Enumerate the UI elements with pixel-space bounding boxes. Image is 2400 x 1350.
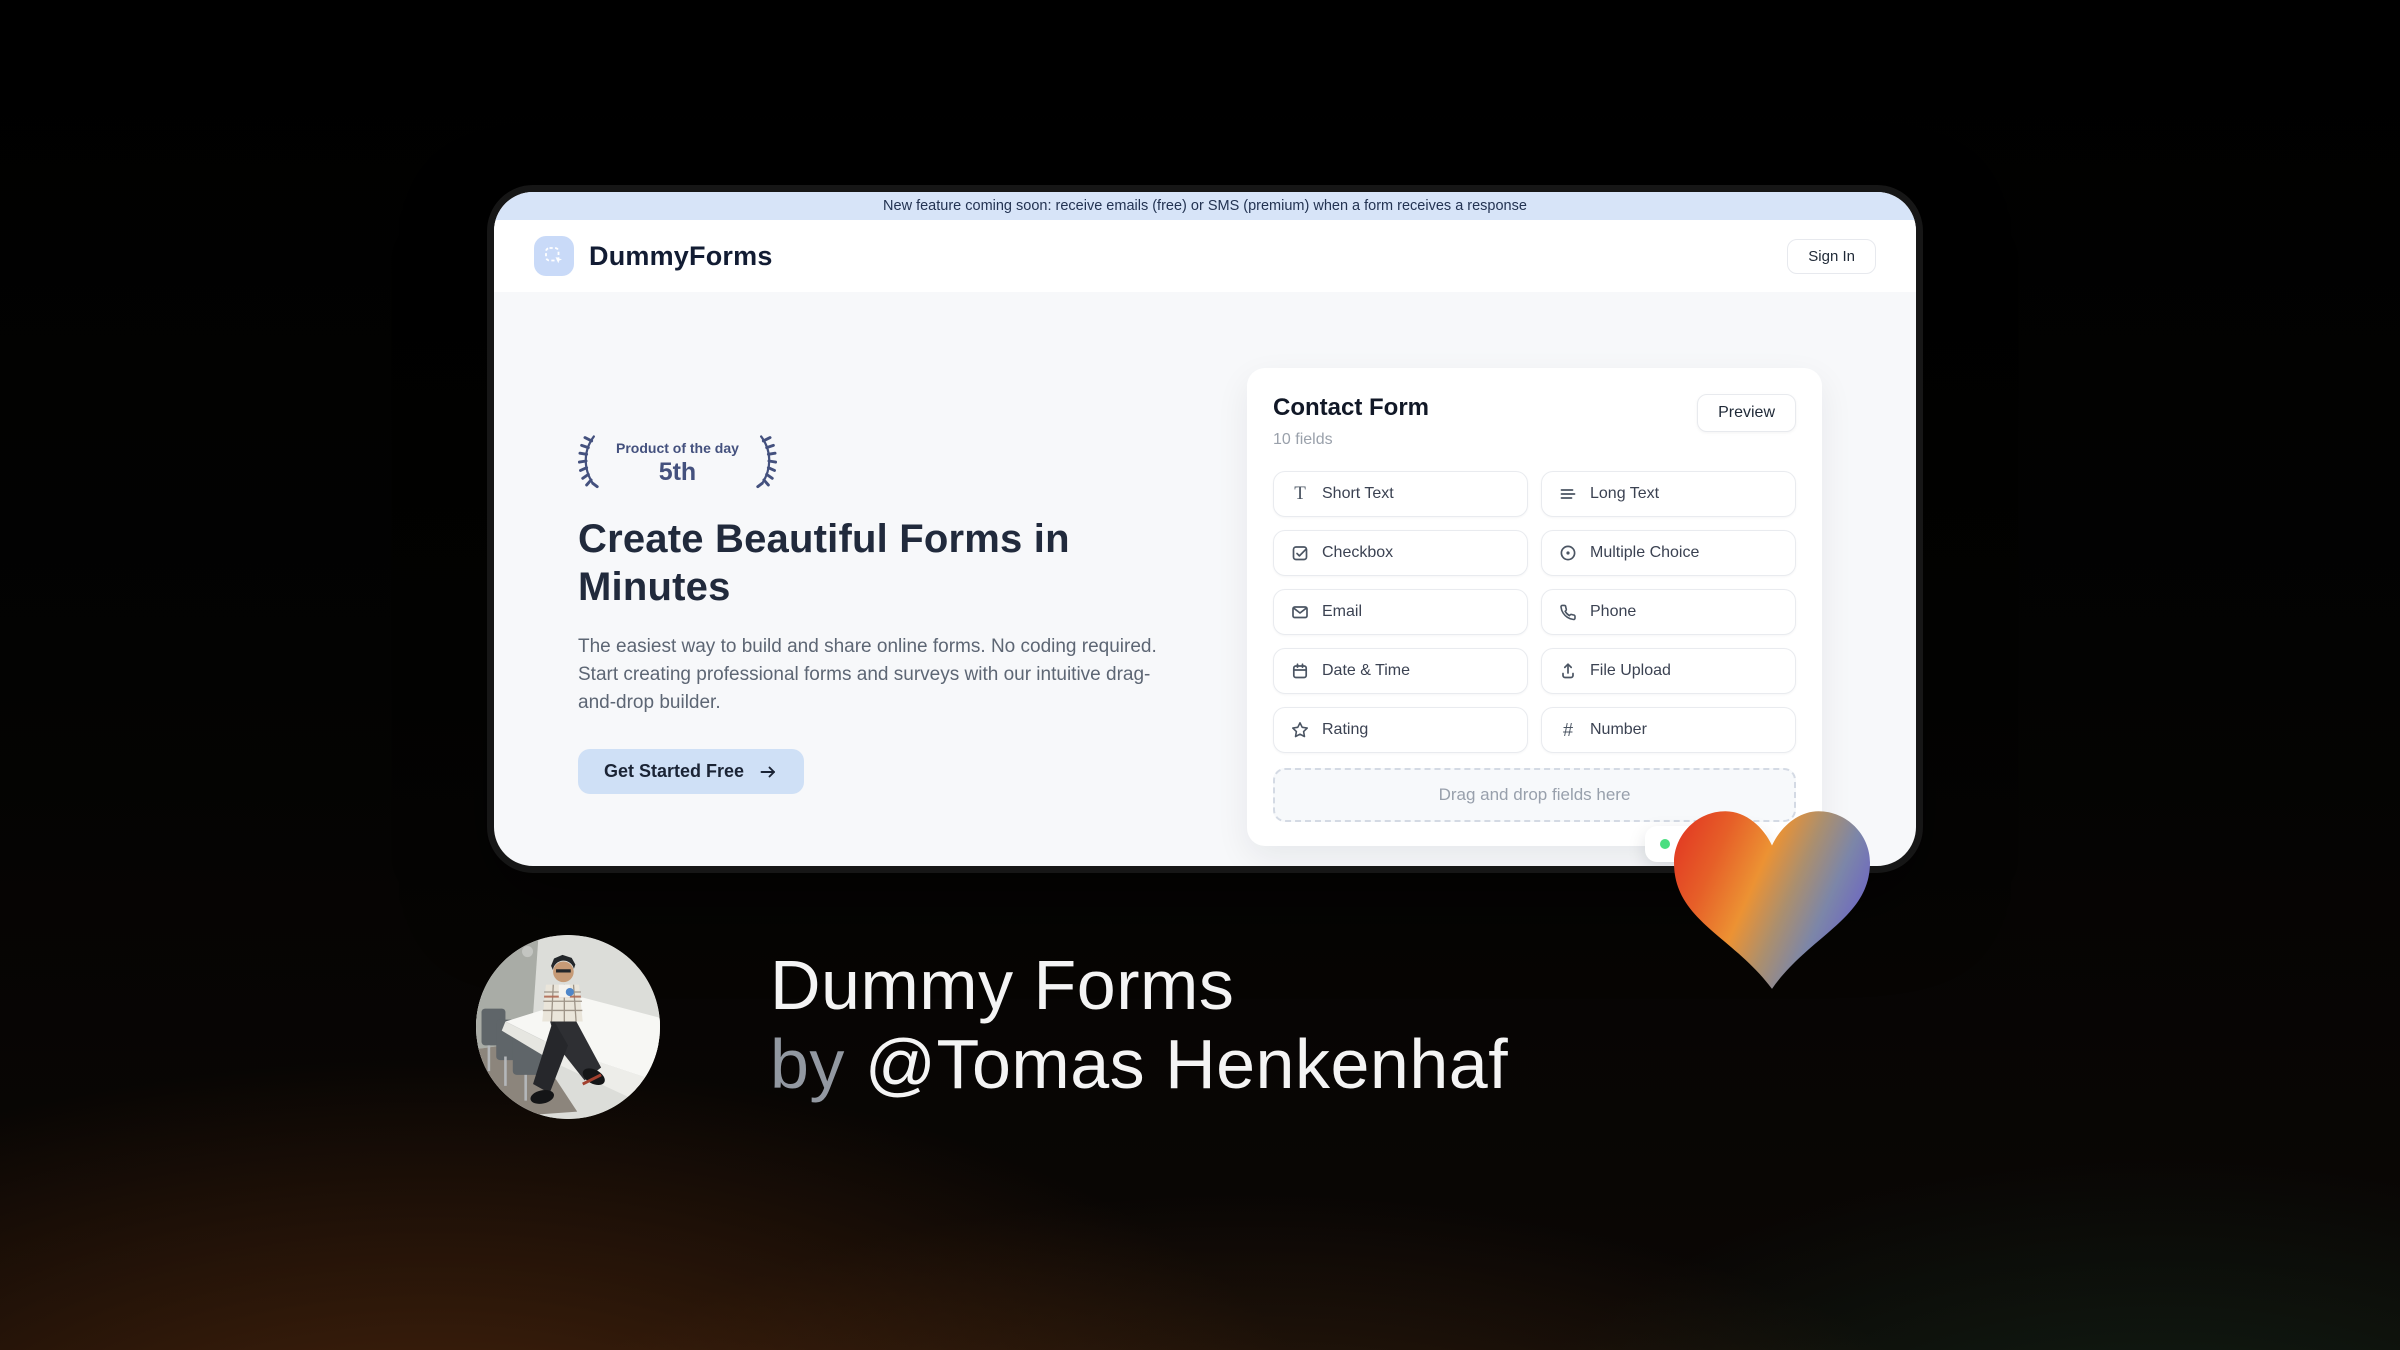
laurel-left-icon xyxy=(577,432,612,495)
dropzone-text: Drag and drop fields here xyxy=(1438,785,1631,804)
arrow-right-icon xyxy=(758,762,778,782)
sign-in-button[interactable]: Sign In xyxy=(1787,238,1876,274)
author-handle: @Tomas Henkenhaf xyxy=(864,1025,1509,1103)
award-rank: 5th xyxy=(658,458,697,487)
product-of-the-day-badge: Product of the day 5th xyxy=(577,432,1163,495)
app-header: DummyForms Sign In xyxy=(494,220,1916,292)
get-started-button[interactable]: Get Started Free xyxy=(578,749,805,794)
award-label: Product of the day xyxy=(616,440,739,457)
hash-icon: # xyxy=(1562,720,1573,740)
field-date-time[interactable]: Date & Time xyxy=(1273,648,1528,694)
field-checkbox[interactable]: Checkbox xyxy=(1273,530,1528,576)
radio-icon xyxy=(1558,543,1578,563)
field-number[interactable]: # Number xyxy=(1541,707,1796,753)
field-palette: T Short Text Long Text Checkbox Multiple… xyxy=(1273,471,1796,753)
star-icon xyxy=(1290,720,1310,740)
form-title: Contact Form xyxy=(1273,394,1429,421)
brand-name: DummyForms xyxy=(589,240,773,271)
gradient-heart-icon xyxy=(1674,810,1870,990)
award-text: Product of the day 5th xyxy=(616,440,739,487)
card-header: Contact Form 10 fields Preview xyxy=(1273,394,1796,449)
announcement-banner: New feature coming soon: receive emails … xyxy=(494,192,1916,220)
form-field-count: 10 fields xyxy=(1273,431,1333,448)
app-logo[interactable] xyxy=(534,236,574,276)
field-email[interactable]: Email xyxy=(1273,589,1528,635)
field-phone[interactable]: Phone xyxy=(1541,589,1796,635)
email-icon xyxy=(1290,602,1310,622)
field-long-text[interactable]: Long Text xyxy=(1541,471,1796,517)
checkbox-icon xyxy=(1290,543,1310,563)
hero-section: Product of the day 5th Create Beautiful … xyxy=(577,432,1163,794)
preview-button[interactable]: Preview xyxy=(1697,394,1796,432)
status-dot-icon xyxy=(1660,839,1670,849)
long-text-icon xyxy=(1558,484,1578,504)
laurel-right-icon xyxy=(743,432,777,495)
hero-description: The easiest way to build and share onlin… xyxy=(578,636,1157,713)
calendar-icon xyxy=(1290,661,1310,681)
short-text-icon: T xyxy=(1294,483,1306,504)
author-avatar xyxy=(476,935,660,1119)
field-rating[interactable]: Rating xyxy=(1273,707,1528,753)
form-builder-card: Contact Form 10 fields Preview T Short T… xyxy=(1247,368,1822,862)
field-multiple-choice[interactable]: Multiple Choice xyxy=(1541,530,1796,576)
upload-icon xyxy=(1558,661,1578,681)
phone-icon xyxy=(1558,602,1578,622)
dashed-select-cursor-icon xyxy=(543,245,565,267)
announcement-text: New feature coming soon: receive emails … xyxy=(883,198,1527,214)
get-started-label: Get Started Free xyxy=(604,761,745,781)
credit-byline: by @Tomas Henkenhaf xyxy=(770,1025,1509,1103)
field-file-upload[interactable]: File Upload xyxy=(1541,648,1796,694)
credit-title: Dummy Forms xyxy=(770,946,1235,1024)
credit-text: Dummy Forms by @Tomas Henkenhaf xyxy=(770,946,1508,1104)
browser-window: New feature coming soon: receive emails … xyxy=(487,185,1923,873)
field-short-text[interactable]: T Short Text xyxy=(1273,471,1528,517)
tomas-profile-photo xyxy=(476,935,660,1119)
hero-title: Create Beautiful Forms in Minutes xyxy=(578,517,1070,609)
